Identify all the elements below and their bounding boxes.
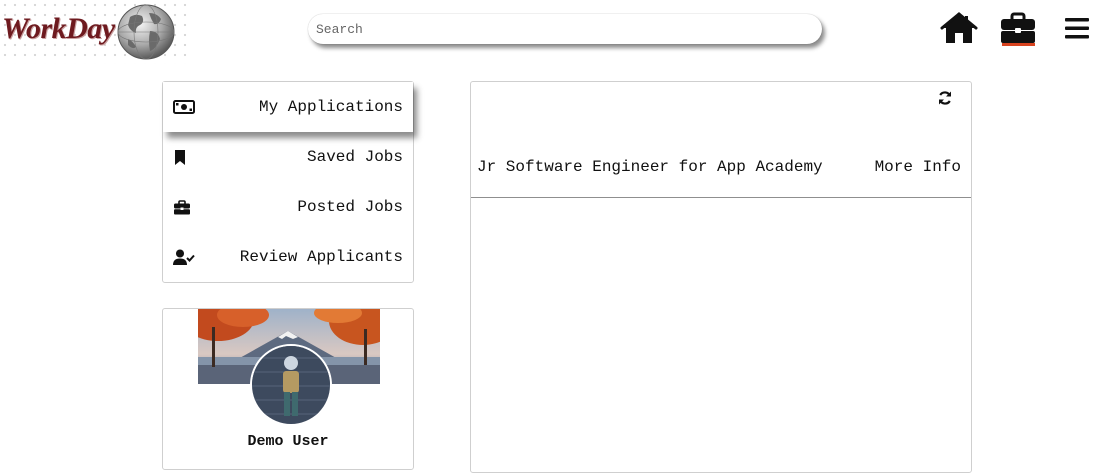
money-bill-icon <box>173 98 195 116</box>
workday-logo[interactable]: WorkDay <box>0 0 190 64</box>
home-icon[interactable] <box>940 12 978 44</box>
sidebar-item-my-applications[interactable]: My Applications <box>163 82 413 132</box>
sidebar-item-label: Posted Jobs <box>297 198 403 216</box>
avatar <box>250 344 332 426</box>
logo-text: WorkDay <box>2 12 115 45</box>
briefcase-icon[interactable] <box>1000 12 1036 44</box>
application-row: Jr Software Engineer for App Academy Mor… <box>471 142 971 198</box>
more-info-link[interactable]: More Info <box>875 158 961 176</box>
user-check-icon <box>173 248 195 266</box>
profile-name: Demo User <box>247 433 329 450</box>
sidebar-item-review-applicants[interactable]: Review Applicants <box>163 232 413 282</box>
side-menu: My Applications Saved Jobs Posted Jobs R… <box>162 81 414 283</box>
sidebar-item-saved-jobs[interactable]: Saved Jobs <box>163 132 413 182</box>
applications-panel: Jr Software Engineer for App Academy Mor… <box>470 81 972 473</box>
sidebar-item-posted-jobs[interactable]: Posted Jobs <box>163 182 413 232</box>
search-bar[interactable] <box>308 14 822 44</box>
bookmark-icon <box>173 148 195 166</box>
sidebar-item-label: My Applications <box>258 98 403 116</box>
sidebar-item-label: Saved Jobs <box>306 148 403 166</box>
sidebar-item-label: Review Applicants <box>239 248 403 266</box>
profile-card: Demo User <box>162 308 414 470</box>
globe-icon <box>117 4 175 60</box>
search-input[interactable] <box>308 14 806 44</box>
active-tab-indicator <box>1002 43 1035 46</box>
briefcase-icon <box>173 198 195 216</box>
application-title: Jr Software Engineer for App Academy <box>477 158 823 176</box>
menu-icon[interactable] <box>1064 16 1090 40</box>
refresh-icon[interactable] <box>937 90 953 106</box>
